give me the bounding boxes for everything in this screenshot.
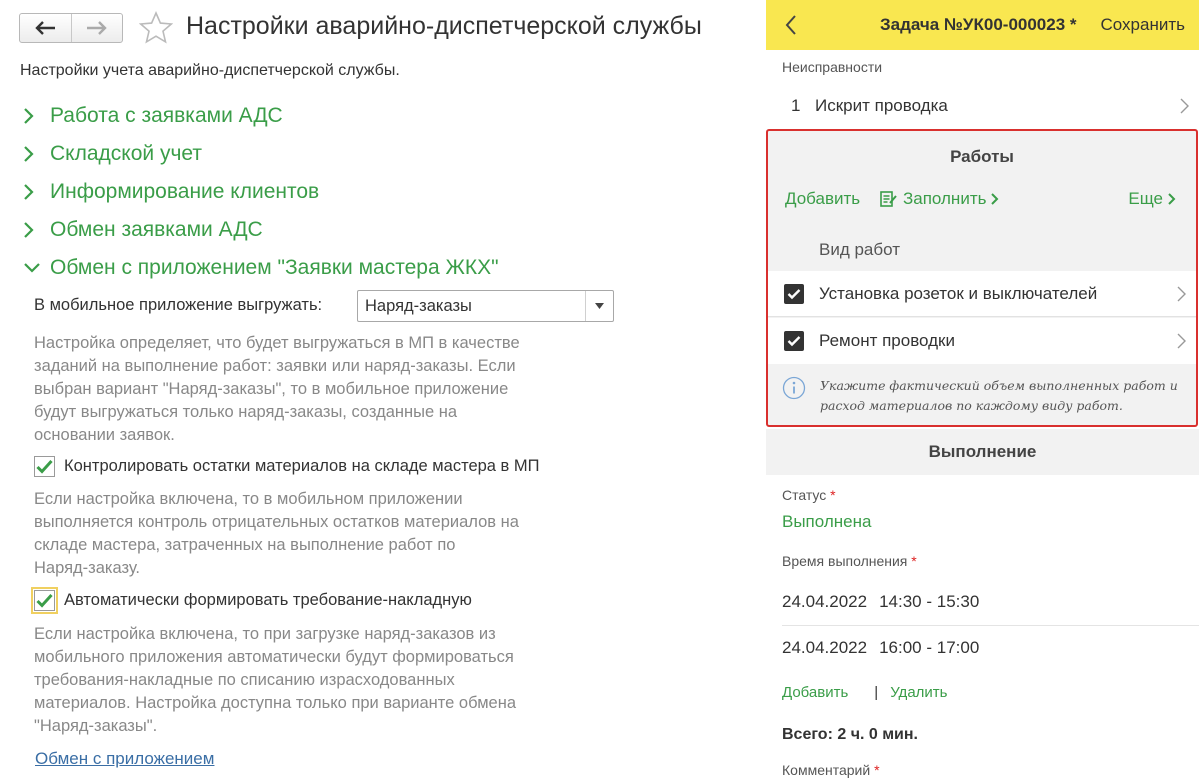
fill-doc-icon	[880, 191, 897, 207]
work-text: Установка розеток и выключателей	[819, 283, 1098, 303]
chevron-right-icon	[1180, 98, 1189, 114]
time-date: 24.04.2022	[782, 592, 868, 611]
work-row[interactable]: Установка розеток и выключателей	[768, 271, 1196, 317]
time-date: 24.04.2022	[782, 638, 868, 657]
mobile-task-screen: Задача №УК00-000023 * Сохранить Неисправ…	[766, 0, 1199, 783]
time-actions: Добавить | Удалить	[782, 684, 947, 701]
status-label: Статус *	[782, 487, 836, 503]
back-button[interactable]	[784, 14, 798, 41]
actions-separator: |	[874, 684, 879, 701]
page-title: Настройки аварийно-диспетчерской службы	[186, 12, 702, 40]
control-stock-checkbox-row[interactable]: Контролировать остатки материалов на скл…	[34, 456, 540, 477]
work-row[interactable]: Ремонт проводки	[768, 318, 1196, 364]
more-label: Еще	[1128, 189, 1163, 208]
divider	[782, 625, 1199, 626]
check-icon	[787, 336, 801, 347]
section-label: Обмен заявками АДС	[50, 218, 263, 241]
time-row[interactable]: 24.04.2022 14:30 - 15:30	[782, 592, 979, 612]
comment-label: Комментарий *	[782, 762, 880, 778]
auto-invoice-hint: Если настройка включена, то при загрузке…	[34, 625, 516, 735]
forward-button[interactable]	[70, 14, 123, 42]
chevron-left-icon	[785, 15, 796, 35]
arrow-right-icon	[86, 21, 107, 35]
works-column-header: Вид работ	[819, 240, 900, 259]
arrow-left-icon	[35, 21, 56, 35]
dropdown-button[interactable]	[585, 291, 613, 321]
auto-invoice-checkbox-row[interactable]: Автоматически формировать требование-нак…	[31, 587, 472, 614]
control-stock-label: Контролировать остатки материалов на скл…	[64, 457, 540, 475]
add-time-button[interactable]: Добавить	[782, 684, 848, 701]
control-stock-hint: Если настройка включена, то в мобильном …	[34, 490, 519, 577]
chevron-down-icon	[23, 258, 41, 278]
info-icon	[782, 376, 806, 400]
delete-time-button[interactable]: Удалить	[890, 684, 947, 701]
check-icon	[36, 459, 53, 474]
works-info: Укажите фактический объем выполненных ра…	[782, 376, 1178, 416]
upload-hint: Настройка определяет, что будет выгружат…	[34, 334, 520, 444]
add-work-button[interactable]: Добавить	[785, 189, 860, 209]
chevron-right-icon	[23, 144, 41, 164]
more-button[interactable]: Еще	[1128, 189, 1176, 209]
execution-header: Выполнение	[766, 429, 1199, 475]
total-time: Всего: 2 ч. 0 мин.	[782, 726, 918, 743]
section-ads-requests[interactable]: Работа с заявками АДС	[23, 104, 283, 128]
task-title: Задача №УК00-000023 *	[880, 15, 1077, 34]
chevron-right-icon	[23, 220, 41, 240]
upload-label: В мобильное приложение выгружать:	[34, 296, 323, 314]
nav-buttons	[19, 13, 123, 43]
auto-invoice-checkbox[interactable]	[31, 587, 58, 614]
works-panel: Работы Добавить Заполнить Еще Вид работ …	[766, 129, 1198, 427]
required-mark: *	[874, 762, 880, 778]
fault-row[interactable]: 1 Искрит проводка	[766, 84, 1199, 128]
faults-label: Неисправности	[782, 59, 883, 75]
app-exchange-link[interactable]: Обмен с приложением	[35, 749, 214, 769]
work-checkbox[interactable]	[784, 331, 804, 351]
section-client-notify[interactable]: Информирование клиентов	[23, 180, 319, 204]
check-icon	[36, 593, 53, 608]
time-range: 16:00 - 17:00	[879, 638, 980, 657]
fill-label: Заполнить	[903, 189, 987, 208]
chevron-right-icon	[23, 182, 41, 202]
time-row[interactable]: 24.04.2022 16:00 - 17:00	[782, 638, 979, 658]
required-mark: *	[911, 553, 917, 569]
task-header: Задача №УК00-000023 * Сохранить	[766, 0, 1199, 50]
chevron-right-icon	[1177, 286, 1186, 301]
triangle-down-icon	[595, 303, 604, 309]
works-title: Работы	[950, 147, 1014, 166]
section-label: Складской учет	[50, 142, 202, 165]
back-button[interactable]	[20, 14, 71, 42]
star-icon[interactable]	[139, 11, 173, 45]
chevron-right-icon	[1177, 333, 1186, 349]
section-label: Работа с заявками АДС	[50, 104, 283, 127]
fault-text: Искрит проводка	[815, 96, 948, 115]
page-subtitle: Настройки учета аварийно-диспетчерской с…	[20, 62, 400, 79]
auto-invoice-label: Автоматически формировать требование-нак…	[64, 591, 472, 609]
save-button[interactable]: Сохранить	[1101, 15, 1185, 35]
status-value[interactable]: Выполнена	[782, 512, 871, 532]
upload-select[interactable]: Наряд-заказы	[357, 290, 614, 322]
work-text: Ремонт проводки	[819, 331, 955, 350]
required-mark: *	[830, 487, 836, 503]
section-label: Информирование клиентов	[50, 180, 320, 203]
time-range: 14:30 - 15:30	[879, 592, 980, 611]
upload-select-value: Наряд-заказы	[365, 297, 472, 315]
time-label: Время выполнения *	[782, 553, 917, 569]
fill-button[interactable]: Заполнить	[880, 189, 999, 209]
section-app-exchange[interactable]: Обмен с приложением "Заявки мастера ЖКХ"	[23, 256, 499, 280]
info-text: Укажите фактический объем выполненных ра…	[820, 378, 1178, 413]
chevron-right-icon	[23, 106, 41, 126]
chevron-right-icon	[991, 193, 999, 205]
fault-number: 1	[791, 96, 801, 115]
section-warehouse[interactable]: Складской учет	[23, 142, 202, 166]
work-checkbox[interactable]	[784, 283, 804, 304]
check-icon	[787, 288, 801, 299]
control-stock-checkbox[interactable]	[34, 456, 55, 477]
section-label: Обмен с приложением "Заявки мастера ЖКХ"	[50, 256, 499, 279]
settings-form: Настройки аварийно-диспетчерской службы …	[0, 0, 760, 783]
section-ads-exchange[interactable]: Обмен заявками АДС	[23, 218, 263, 242]
chevron-right-icon	[1168, 193, 1176, 205]
